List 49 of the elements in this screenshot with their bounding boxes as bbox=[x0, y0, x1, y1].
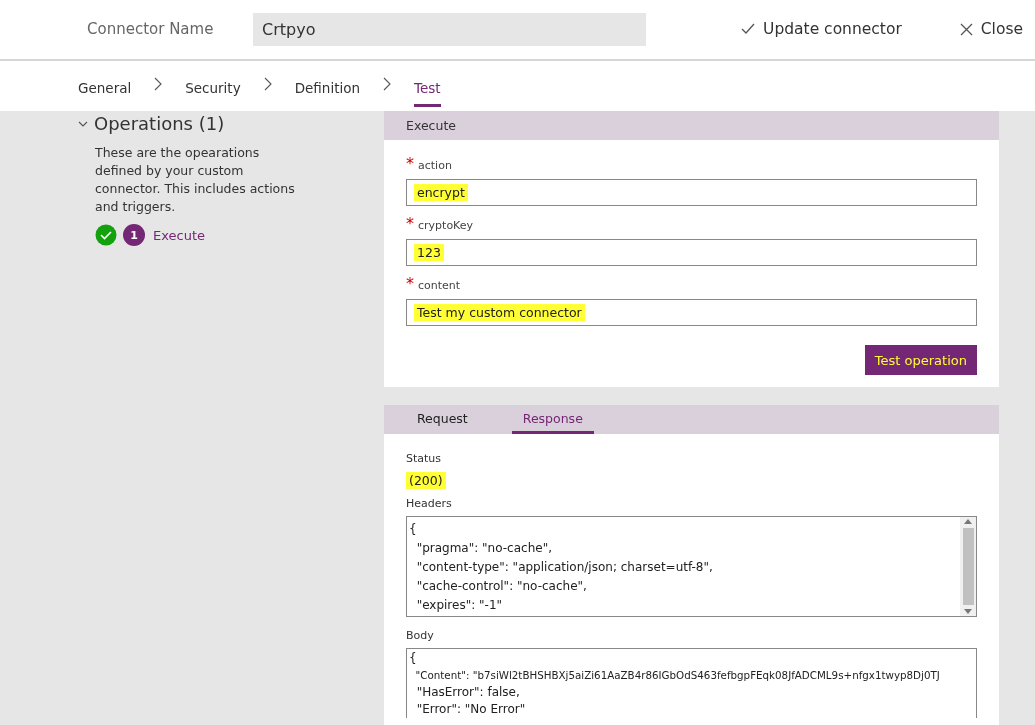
chevron-icon bbox=[154, 76, 163, 91]
body-box[interactable]: { "Content": "b7siWl2tBHSHBXj5aiZi61AaZB4r86IGbOdS463fefbgpFEqk08JfADCML9s+nfgx1twyp8Dj0TJ "HasError": false, "Error": "No Error" bbox=[406, 648, 977, 718]
step-tab[interactable]: Security bbox=[185, 70, 241, 108]
headers-box[interactable]: { "pragma": "no-cache", "content-type": "application/json; charset=utf-8", "cache-control": "no-cache", "expires": "-1" bbox=[406, 516, 977, 617]
operations-heading[interactable]: Operations (1) bbox=[78, 113, 225, 134]
code-line: "pragma": "no-cache", bbox=[415, 540, 553, 557]
input-field[interactable]: 123 bbox=[406, 239, 977, 266]
up-arrow-icon bbox=[964, 519, 972, 524]
required-mark: * bbox=[406, 214, 414, 233]
update-connector-button[interactable]: Update connector bbox=[741, 20, 902, 39]
connector-name-field[interactable]: Crtpyo bbox=[253, 12, 646, 46]
connector-name-label: Connector Name bbox=[87, 20, 215, 39]
close-button[interactable]: Close bbox=[959, 20, 1023, 39]
scrollbar-thumb[interactable] bbox=[962, 528, 974, 605]
operation-link[interactable]: Execute bbox=[153, 227, 205, 243]
check-icon bbox=[741, 23, 756, 36]
field-label: content bbox=[418, 279, 461, 292]
code-line: "Error": "No Error" bbox=[415, 701, 527, 718]
step-tab[interactable]: Test bbox=[414, 70, 441, 108]
chevron-icon bbox=[263, 76, 272, 91]
result-tab[interactable]: Request bbox=[406, 405, 479, 434]
scrollbar[interactable] bbox=[960, 517, 976, 616]
code-line: "cache-control": "no-cache", bbox=[415, 578, 588, 595]
required-mark: * bbox=[406, 154, 414, 173]
operations-description: These are the opearations defined by your custom connector. This includes actions and triggers. bbox=[95, 144, 295, 216]
code-line: "Content": "b7siWl2tBHSHBXj5aiZi61AaZB4r86IGbOdS463fefbgpFEqk08JfADCML9s+nfgx1twyp8Dj0TJ bbox=[414, 668, 941, 683]
status-code: (200) bbox=[406, 472, 446, 489]
headers-label: Headers bbox=[406, 497, 453, 510]
input-field[interactable]: encrypt bbox=[406, 179, 977, 206]
code-line: "HasError": false, bbox=[415, 684, 521, 701]
test-operation-button[interactable]: Test operation bbox=[864, 345, 977, 375]
required-mark: * bbox=[406, 274, 414, 293]
code-line: { bbox=[409, 650, 418, 667]
result-tab[interactable]: Response bbox=[511, 405, 594, 434]
status-label: Status bbox=[406, 452, 443, 465]
close-icon bbox=[959, 22, 973, 36]
chevron-icon bbox=[383, 76, 391, 91]
down-arrow-icon bbox=[964, 609, 972, 614]
field-label: action bbox=[418, 159, 452, 172]
step-tab[interactable]: Definition bbox=[294, 70, 360, 108]
field-label: cryptoKey bbox=[418, 219, 474, 232]
code-line: "expires": "-1" bbox=[415, 597, 504, 614]
operation-number: 1 bbox=[123, 224, 145, 246]
code-line: "content-type": "application/json; charset=utf-8", bbox=[415, 559, 714, 576]
step-tab[interactable]: General bbox=[78, 70, 132, 108]
input-field[interactable]: Test my custom connector bbox=[406, 299, 977, 326]
code-line: { bbox=[409, 521, 418, 538]
card-title: Execute bbox=[406, 118, 456, 133]
body-label: Body bbox=[406, 629, 435, 642]
